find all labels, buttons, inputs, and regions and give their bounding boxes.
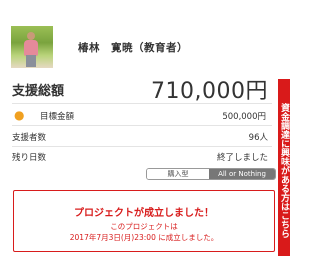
avatar-figure-legs bbox=[26, 55, 36, 67]
supporters-value: 96人 bbox=[248, 133, 268, 143]
avatar-figure-head bbox=[27, 32, 35, 40]
funding-type-option-all-or-nothing[interactable]: All or Nothing bbox=[209, 169, 275, 179]
owner-name[interactable]: 椿林 寛暁（教育者） bbox=[78, 40, 188, 55]
success-message-line-1: このプロジェクトは bbox=[110, 222, 178, 231]
owner-avatar[interactable] bbox=[11, 26, 53, 68]
divider bbox=[12, 125, 272, 126]
support-total-label: 支援総額 bbox=[12, 84, 65, 99]
support-total-value: 710,000円 bbox=[151, 79, 268, 104]
project-success-notice: プロジェクトが成立しました！ このプロジェクトは 2017年7月3日(月)23:… bbox=[13, 190, 275, 252]
fundraising-side-banner[interactable]: 資金調達に興味がある方はこちら bbox=[278, 79, 290, 256]
side-banner-text: 資金調達に興味がある方はこちら bbox=[279, 103, 289, 238]
target-coin-icon: ● bbox=[14, 108, 25, 122]
avatar-figure-body bbox=[24, 40, 38, 56]
success-title: プロジェクトが成立しました！ bbox=[74, 208, 214, 219]
divider bbox=[12, 103, 272, 104]
success-message-line-2: 2017年7月3日(月)23:00 に成立しました。 bbox=[69, 233, 219, 242]
days-left-value: 終了しました bbox=[216, 153, 268, 163]
target-amount-value: 500,000円 bbox=[222, 112, 266, 122]
days-left-label: 残り日数 bbox=[12, 153, 47, 163]
target-amount-label: 目標金額 bbox=[40, 112, 75, 122]
divider bbox=[12, 146, 272, 147]
funding-type-option-purchase[interactable]: 購入型 bbox=[147, 169, 209, 179]
supporters-label: 支援者数 bbox=[12, 133, 47, 143]
funding-type-toggle[interactable]: 購入型 All or Nothing bbox=[146, 168, 276, 180]
